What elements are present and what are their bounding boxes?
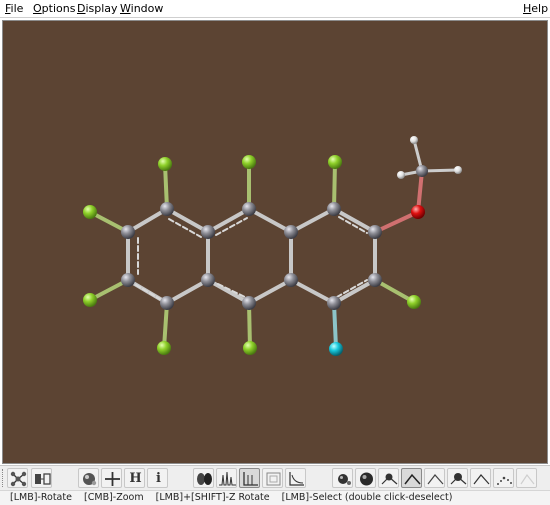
bonds — [88, 138, 460, 350]
bond-aromatic — [217, 283, 250, 300]
fluorine-atom — [243, 341, 257, 355]
dihedral-icon[interactable] — [470, 468, 491, 488]
spectrum-icon[interactable] — [216, 468, 237, 488]
angle-icon[interactable] — [401, 468, 422, 488]
blank-tool-icon[interactable] — [516, 468, 537, 488]
axes-icon[interactable] — [239, 468, 260, 488]
menu-file[interactable]: File — [5, 2, 23, 15]
box-icon[interactable] — [262, 468, 283, 488]
hydrogen-atom — [454, 166, 462, 174]
cyan-atom — [329, 342, 343, 356]
oxygen-atom — [411, 205, 425, 219]
bond-add-icon[interactable] — [378, 468, 399, 488]
status-bar: [LMB]-Rotate [CMB]-Zoom [LMB]+[SHIFT]-Z … — [0, 490, 550, 505]
menu-bar: File Options Display Window Help — [0, 0, 550, 18]
bond — [165, 278, 210, 305]
atoms — [83, 136, 462, 356]
bond — [373, 210, 420, 234]
molecule-canvas[interactable] — [3, 21, 547, 463]
molecule-builder-icon[interactable] — [7, 468, 28, 488]
menu-display[interactable]: Display — [77, 2, 118, 15]
bond — [332, 278, 377, 305]
carbon-atom — [121, 273, 135, 287]
bond — [247, 207, 293, 234]
carbon-atom — [284, 225, 298, 239]
fluorine-atom — [328, 155, 342, 169]
toolbar: H i — [0, 465, 550, 490]
dotted-angle-icon[interactable] — [493, 468, 514, 488]
fluorine-atom — [83, 293, 97, 307]
toolbar-grip[interactable] — [2, 469, 6, 487]
carbon-atom — [368, 273, 382, 287]
space-fill-icon[interactable] — [355, 468, 376, 488]
carbon-atom — [160, 202, 174, 216]
fluorine-atom — [158, 157, 172, 171]
status-text: [LMB]-Rotate [CMB]-Zoom [LMB]+[SHIFT]-Z … — [10, 492, 453, 503]
info-icon[interactable]: i — [147, 468, 168, 488]
bond — [332, 207, 377, 234]
info-glyph: i — [156, 471, 161, 486]
crosshair-icon[interactable] — [101, 468, 122, 488]
angle-plain-icon[interactable] — [424, 468, 445, 488]
carbon-atom — [242, 202, 256, 216]
carbon-atom — [201, 225, 215, 239]
molecule-viewport[interactable] — [2, 20, 548, 464]
graph-icon[interactable] — [285, 468, 306, 488]
sphere-render-icon[interactable] — [78, 468, 99, 488]
label-h-icon[interactable]: H — [124, 468, 145, 488]
menu-options[interactable]: Options — [33, 2, 75, 15]
fluorine-atom — [83, 205, 97, 219]
carbon-atom — [160, 296, 174, 310]
carbon-atom — [416, 165, 428, 177]
fluorine-atom — [242, 155, 256, 169]
hydrogen-atom — [397, 171, 405, 179]
bond — [247, 278, 293, 305]
bond — [206, 207, 251, 234]
bond-angle-icon[interactable] — [447, 468, 468, 488]
menu-help[interactable]: Help — [523, 2, 548, 15]
ball-stick-icon[interactable] — [332, 468, 353, 488]
carbon-atom — [242, 296, 256, 310]
bond-aromatic — [168, 218, 202, 238]
bond — [206, 278, 251, 305]
fragment-icon[interactable] — [31, 468, 52, 488]
bond — [289, 207, 336, 234]
carbon-atom — [327, 296, 341, 310]
label-h-glyph: H — [129, 471, 142, 486]
orbital-icon[interactable] — [193, 468, 214, 488]
bond-aromatic — [135, 284, 166, 303]
carbon-atom — [201, 273, 215, 287]
bond — [332, 160, 337, 211]
carbon-atom — [121, 225, 135, 239]
carbon-atom — [327, 202, 341, 216]
menu-window[interactable]: Window — [120, 2, 163, 15]
fluorine-atom — [407, 295, 421, 309]
carbon-atom — [284, 273, 298, 287]
fluorine-atom — [157, 341, 171, 355]
bond — [289, 278, 336, 305]
carbon-atom — [368, 225, 382, 239]
hydrogen-atom — [410, 136, 418, 144]
